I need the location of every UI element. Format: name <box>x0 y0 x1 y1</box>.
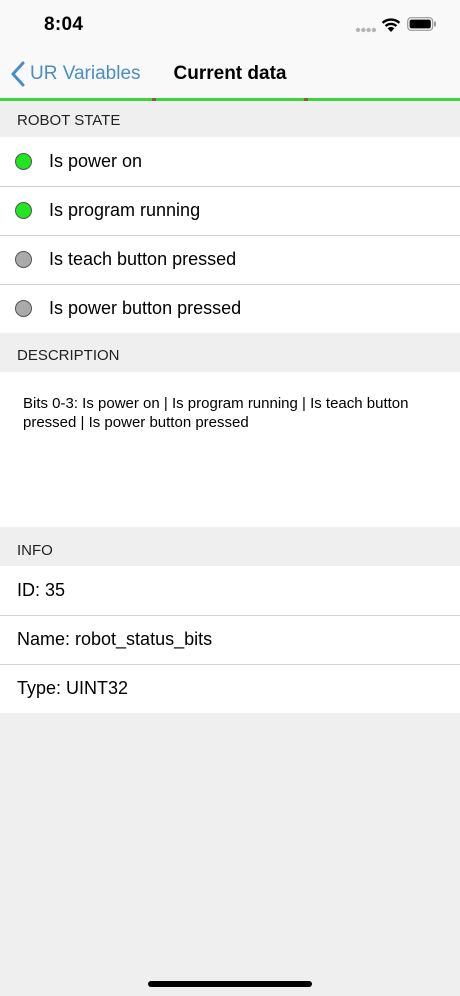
status-time: 8:04 <box>44 14 84 35</box>
description-panel: Bits 0-3: Is power on | Is program runni… <box>0 372 460 527</box>
info-row-id: ID: 35 <box>0 566 460 615</box>
cellular-signal-icon <box>355 27 377 33</box>
list-item: Is teach button pressed <box>0 235 460 284</box>
list-item: Is power button pressed <box>0 284 460 333</box>
section-header-robot-state: ROBOT STATE <box>0 101 460 137</box>
home-indicator[interactable] <box>148 981 312 987</box>
section-header-info: INFO <box>0 527 460 566</box>
list-item: Is power on <box>0 137 460 186</box>
status-indicator-off-icon <box>15 251 32 268</box>
description-text: Bits 0-3: Is power on | Is program runni… <box>23 395 409 431</box>
page-title: Current data <box>173 63 287 84</box>
section-header-label: INFO <box>17 542 53 559</box>
navigation-bar: UR Variables Current data <box>0 50 460 98</box>
section-header-description: DESCRIPTION <box>0 333 460 372</box>
status-bar: 8:04 <box>0 0 460 50</box>
info-row-label: ID: 35 <box>17 580 66 600</box>
section-header-label: ROBOT STATE <box>17 112 121 129</box>
status-indicator-off-icon <box>15 300 32 317</box>
info-row-type: Type: UINT32 <box>0 664 460 713</box>
list-item: Is program running <box>0 186 460 235</box>
list-item-label: Is program running <box>49 200 201 220</box>
wifi-icon <box>381 18 401 32</box>
info-list: ID: 35 Name: robot_status_bits Type: UIN… <box>0 566 460 713</box>
info-row-label: Name: robot_status_bits <box>17 629 213 649</box>
info-row-name: Name: robot_status_bits <box>0 615 460 664</box>
section-header-label: DESCRIPTION <box>17 347 120 364</box>
status-indicator-on-icon <box>15 153 32 170</box>
battery-icon <box>407 17 436 31</box>
list-item-label: Is power button pressed <box>49 298 242 318</box>
info-row-label: Type: UINT32 <box>17 678 129 698</box>
list-item-label: Is power on <box>49 151 143 171</box>
list-item-label: Is teach button pressed <box>49 249 237 269</box>
status-indicator-on-icon <box>15 202 32 219</box>
robot-state-list: Is power on Is program running Is teach … <box>0 137 460 333</box>
